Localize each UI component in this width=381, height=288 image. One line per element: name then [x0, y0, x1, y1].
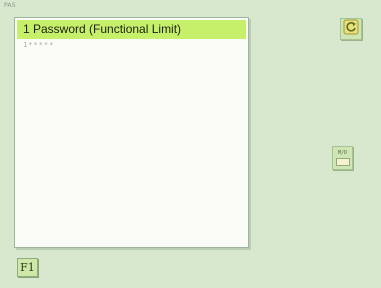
password-input[interactable]: 1***** [23, 41, 54, 49]
panel-title: 1 Password (Functional Limit) [17, 20, 246, 39]
f1-button[interactable]: F1 [17, 258, 38, 277]
password-panel: 1 Password (Functional Limit) 1***** [14, 17, 249, 248]
memory-card-icon [335, 158, 350, 166]
memory-button[interactable]: M/D [332, 146, 353, 170]
screen-code-label: PAS [4, 2, 16, 9]
refresh-button[interactable] [340, 18, 362, 40]
memory-label: M/D [337, 150, 348, 156]
refresh-icon [343, 19, 359, 39]
